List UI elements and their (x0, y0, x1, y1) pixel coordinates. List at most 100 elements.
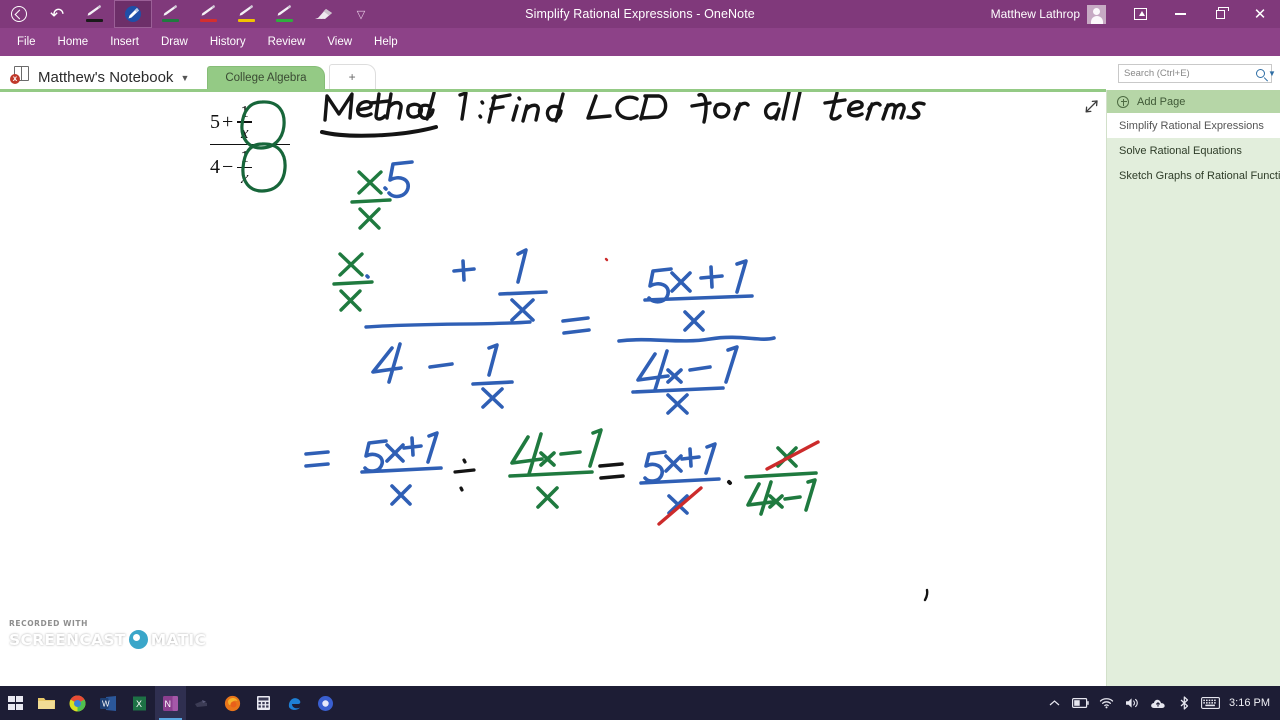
onenote-icon: N (163, 695, 178, 711)
battery-icon (1071, 698, 1089, 708)
sync-error-icon: x (10, 74, 20, 84)
menu-draw[interactable]: Draw (150, 32, 199, 52)
svg-text:W: W (102, 699, 110, 708)
media-app-button[interactable] (310, 686, 341, 720)
undo-icon: ↷ (49, 4, 65, 24)
restore-button[interactable] (1200, 0, 1240, 28)
excel-button[interactable]: X (124, 686, 155, 720)
eraser-button[interactable] (304, 0, 342, 28)
clock[interactable]: 3:16 PM (1229, 697, 1270, 709)
blue-fraction-5x-plus-1-over-x-final (639, 442, 721, 515)
pen-yellow-button[interactable] (228, 0, 266, 28)
minimize-button[interactable] (1160, 0, 1200, 28)
bluetooth-button[interactable] (1171, 686, 1197, 720)
section-tab-college-algebra[interactable]: College Algebra (207, 66, 325, 90)
menu-home[interactable]: Home (47, 32, 100, 52)
show-hidden-icons-button[interactable] (1041, 686, 1067, 720)
page-item-sketch-graphs[interactable]: Sketch Graphs of Rational Functio (1107, 163, 1280, 188)
excel-icon: X (133, 696, 146, 710)
notebook-bar: x Matthew's Notebook ▼ College Algebra + (0, 56, 1280, 90)
windows-taskbar: W X N 3:16 PM (0, 686, 1280, 720)
pen-icon (160, 5, 182, 23)
pen-bright-green-button[interactable] (266, 0, 304, 28)
undo-button[interactable]: ↷ (38, 0, 76, 28)
expand-arrows-icon[interactable] (1083, 99, 1099, 115)
add-page-label: Add Page (1137, 95, 1186, 108)
ribbon-display-options-button[interactable] (1120, 0, 1160, 28)
chevron-down-icon[interactable]: ▼ (1268, 69, 1276, 78)
network-button[interactable] (1093, 686, 1119, 720)
svg-text:X: X (136, 699, 142, 709)
onenote-button[interactable]: N (155, 686, 186, 720)
add-section-button[interactable]: + (328, 64, 376, 90)
account-name: Matthew Lathrop (990, 7, 1080, 21)
cloud-icon (1151, 699, 1165, 708)
page-item-simplify-rational-expressions[interactable]: Simplify Rational Expressions (1107, 113, 1280, 138)
blue-equals-sign-1 (561, 316, 591, 335)
notebook-name[interactable]: Matthew's Notebook (38, 69, 173, 86)
close-icon: ✕ (1253, 5, 1267, 23)
calculator-icon (257, 696, 270, 710)
blue-denominator-expression (365, 274, 514, 409)
blue-right-compound-fraction (617, 259, 776, 415)
onedrive-button[interactable] (1145, 686, 1171, 720)
note-canvas[interactable]: 5 + 1 x 4 − 1 x RECORDED WITH SCREENCAST… (0, 92, 1106, 686)
system-tray: 3:16 PM (1041, 686, 1280, 720)
pen-green-button[interactable] (152, 0, 190, 28)
folder-icon (38, 698, 55, 709)
blue-main-fraction-bar-left (364, 320, 532, 329)
menu-view[interactable]: View (316, 32, 363, 52)
search-box[interactable]: ▼ (1118, 64, 1276, 83)
add-page-button[interactable]: Add Page (1107, 90, 1280, 113)
pen-black-button[interactable] (76, 0, 114, 28)
menu-insert[interactable]: Insert (99, 32, 150, 52)
heading-ink-method-1 (320, 92, 926, 138)
calculator-button[interactable] (248, 686, 279, 720)
volume-button[interactable] (1119, 686, 1145, 720)
division-sign (453, 458, 476, 492)
menu-file[interactable]: File (6, 32, 47, 52)
word-button[interactable]: W (93, 686, 124, 720)
battery-button[interactable] (1067, 686, 1093, 720)
search-icon[interactable] (1256, 69, 1265, 78)
menu-help[interactable]: Help (363, 32, 409, 52)
firefox-button[interactable] (217, 686, 248, 720)
pen-red-button[interactable] (190, 0, 228, 28)
blue-equals-sign-2 (304, 450, 330, 468)
eraser-icon (313, 7, 333, 21)
ribbon-display-icon (1133, 8, 1147, 20)
stray-red-dot (604, 257, 609, 262)
keyboard-icon (1200, 697, 1220, 709)
stray-black-comma (923, 588, 929, 602)
chevron-up-icon (1049, 700, 1059, 706)
red-cancel-denominator-x (657, 486, 703, 526)
more-pen-tools-button[interactable]: ▽ (342, 0, 380, 28)
windows-logo-icon (8, 695, 23, 711)
speaker-icon (1125, 698, 1138, 708)
black-equals-sign-3 (598, 462, 625, 480)
touch-keyboard-button[interactable] (1197, 686, 1223, 720)
green-x-over-x-top (350, 170, 392, 230)
edge-button[interactable] (279, 686, 310, 720)
ink-annotation-layer (240, 92, 929, 602)
chevron-down-icon: ▽ (356, 8, 366, 21)
close-button[interactable]: ✕ (1240, 0, 1280, 28)
unknown-app-button[interactable] (186, 686, 217, 720)
page-item-solve-rational-equations[interactable]: Solve Rational Equations (1107, 138, 1280, 163)
file-explorer-button[interactable] (31, 686, 62, 720)
avatar[interactable] (1087, 4, 1106, 24)
quick-pen-toolbar: ↷ ▽ (0, 0, 380, 28)
menu-history[interactable]: History (199, 32, 257, 52)
menu-review[interactable]: Review (257, 32, 317, 52)
pen-icon (236, 5, 258, 23)
start-button[interactable] (0, 686, 31, 720)
chrome-button[interactable] (62, 686, 93, 720)
pen-icon (198, 5, 220, 23)
search-input[interactable] (1119, 68, 1256, 79)
pen-icon (123, 5, 143, 23)
chevron-down-icon[interactable]: ▼ (180, 73, 189, 83)
back-button[interactable] (0, 0, 38, 28)
green-fraction-x-over-4x-minus-1 (744, 446, 818, 516)
multiplication-dot (727, 480, 732, 485)
pen-blue-button-selected[interactable] (114, 0, 152, 28)
